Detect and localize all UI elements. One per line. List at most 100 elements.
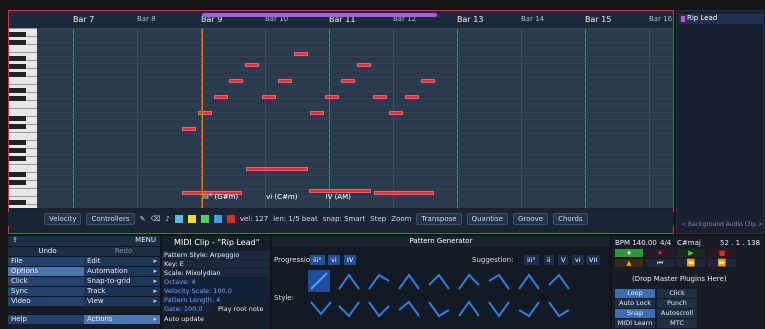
menu-item[interactable]: Redo bbox=[84, 247, 160, 256]
snap-button[interactable]: Snap bbox=[615, 309, 655, 318]
pattern-style-select[interactable]: Pattern Style: Arpeggio bbox=[162, 251, 270, 259]
vel-field[interactable]: vel: 127 bbox=[240, 215, 268, 223]
menu-item[interactable]: Help bbox=[8, 315, 84, 324]
record-button[interactable]: ⏺ bbox=[646, 249, 674, 257]
white-key[interactable] bbox=[9, 188, 37, 189]
zoom-button[interactable]: Zoom bbox=[391, 215, 411, 223]
suggestion-chord[interactable]: ii bbox=[544, 255, 554, 265]
stop-button[interactable]: ■ bbox=[708, 249, 736, 257]
midi-note[interactable] bbox=[389, 111, 403, 115]
playhead[interactable] bbox=[202, 28, 203, 208]
menu-item[interactable]: Automation bbox=[84, 267, 160, 276]
suggestion-chord[interactable]: iii° bbox=[524, 255, 539, 265]
speaker-icon[interactable]: ♪ bbox=[165, 215, 169, 223]
suggestion-chord[interactable]: V bbox=[558, 255, 569, 265]
export-icon[interactable]: ⇪ bbox=[8, 236, 83, 246]
suggestion-chord[interactable]: vi bbox=[572, 255, 584, 265]
transpose-dropdown[interactable]: Transpose bbox=[416, 213, 462, 225]
menu-item[interactable]: Sync bbox=[8, 287, 84, 296]
midi-note[interactable] bbox=[262, 95, 276, 99]
white-key[interactable] bbox=[9, 84, 37, 85]
midi-note[interactable] bbox=[214, 95, 228, 99]
play-button[interactable]: ▶ bbox=[677, 249, 705, 257]
black-key[interactable] bbox=[9, 116, 26, 121]
loop-button[interactable]: Loop bbox=[615, 289, 655, 298]
menu-item[interactable]: File bbox=[8, 257, 84, 266]
menu-item[interactable]: Edit bbox=[84, 257, 160, 266]
loop-range[interactable] bbox=[202, 13, 437, 17]
progression-chord[interactable]: vi bbox=[328, 255, 340, 265]
velocity-lane-button[interactable]: Velocity bbox=[44, 213, 82, 225]
key-display[interactable]: C#maj bbox=[677, 239, 701, 247]
white-key[interactable] bbox=[9, 164, 37, 165]
menu-item[interactable]: View bbox=[84, 297, 160, 306]
gate-field[interactable]: Gate: 100.0 bbox=[162, 305, 214, 313]
black-key[interactable] bbox=[9, 172, 26, 177]
chords-dropdown[interactable]: Chords bbox=[553, 213, 588, 225]
midi-note[interactable] bbox=[229, 79, 243, 83]
background-clip-label[interactable]: < Background Audio Clip > bbox=[679, 221, 763, 231]
midi-note[interactable] bbox=[278, 79, 292, 83]
key-select[interactable]: Key: E bbox=[162, 260, 270, 268]
master-plugins-drop-zone[interactable]: (Drop Master Plugins Here) bbox=[632, 275, 727, 283]
progression-chord[interactable]: IV bbox=[344, 255, 357, 265]
auto-lock-button[interactable]: Auto Lock bbox=[615, 299, 655, 308]
menu-item[interactable]: Snap-to-grid bbox=[84, 277, 160, 286]
black-key[interactable] bbox=[9, 72, 26, 77]
black-key[interactable] bbox=[9, 124, 26, 129]
chord-item[interactable]: iii° (G#m) bbox=[203, 193, 238, 201]
groove-dropdown[interactable]: Groove bbox=[512, 213, 549, 225]
fast-forward-button[interactable]: ⏩ bbox=[708, 259, 736, 267]
midi-note[interactable] bbox=[246, 167, 308, 171]
black-key[interactable] bbox=[9, 32, 26, 37]
step-button[interactable]: Step bbox=[370, 215, 386, 223]
auto-update-toggle[interactable]: Auto update bbox=[162, 315, 270, 323]
snap-field[interactable]: snap: Smart bbox=[323, 215, 366, 223]
menu-item[interactable]: Actions bbox=[84, 315, 160, 324]
midi-note[interactable] bbox=[373, 95, 387, 99]
white-key[interactable] bbox=[9, 52, 37, 53]
midi-note[interactable] bbox=[405, 95, 419, 99]
color-swatch[interactable] bbox=[226, 215, 235, 223]
menu-item[interactable]: Click bbox=[8, 277, 84, 286]
progression-chord[interactable]: iii° bbox=[310, 255, 325, 265]
rewind-button[interactable]: ⏪ bbox=[677, 259, 705, 267]
pencil-tool-icon[interactable]: ✎ bbox=[140, 215, 146, 223]
quantise-dropdown[interactable]: Quantise bbox=[466, 213, 508, 225]
style-shapes[interactable] bbox=[308, 270, 608, 326]
bpm-display[interactable]: BPM 140.00 bbox=[615, 239, 657, 247]
suggestion-chord[interactable]: VII bbox=[586, 255, 601, 265]
midi-note[interactable] bbox=[310, 111, 324, 115]
midi-note[interactable] bbox=[325, 95, 339, 99]
length-field[interactable]: len: 1/5 beat bbox=[273, 215, 318, 223]
pattern-length-field[interactable]: Pattern Length: 4 bbox=[162, 296, 270, 304]
click-button[interactable]: Click bbox=[657, 289, 697, 298]
velocity-scale-field[interactable]: Velocity Scale: 100.0 bbox=[162, 287, 270, 295]
black-key[interactable] bbox=[9, 148, 26, 153]
midi-note[interactable] bbox=[357, 63, 371, 67]
warning-icon[interactable]: ▲ bbox=[615, 259, 643, 267]
black-key[interactable] bbox=[9, 96, 26, 101]
menu-item[interactable]: Undo bbox=[8, 247, 84, 256]
chord-item[interactable]: IV (AM) bbox=[326, 193, 351, 201]
note-grid[interactable] bbox=[37, 28, 673, 208]
black-key[interactable] bbox=[9, 64, 26, 69]
mtc-button[interactable]: MTC bbox=[657, 319, 697, 328]
white-key[interactable] bbox=[9, 132, 37, 133]
menu-item[interactable]: Track bbox=[84, 287, 160, 296]
midi-note[interactable] bbox=[198, 111, 212, 115]
time-signature[interactable]: 4/4 bbox=[660, 239, 671, 247]
black-key[interactable] bbox=[9, 140, 26, 145]
black-key[interactable] bbox=[9, 180, 26, 185]
track-header[interactable]: Rip Lead bbox=[679, 14, 763, 24]
midi-note[interactable] bbox=[421, 79, 435, 83]
white-key[interactable] bbox=[9, 28, 37, 29]
record-arm-button[interactable]: ⏺ bbox=[615, 249, 643, 257]
punch-button[interactable]: Punch bbox=[657, 299, 697, 308]
play-root-toggle[interactable]: Play root note bbox=[216, 305, 270, 313]
black-key[interactable] bbox=[9, 88, 26, 93]
midi-note[interactable] bbox=[245, 63, 259, 67]
midi-note[interactable] bbox=[294, 52, 308, 56]
white-key[interactable] bbox=[9, 108, 37, 109]
rewind-to-start-button[interactable]: ⏮ bbox=[646, 259, 674, 267]
